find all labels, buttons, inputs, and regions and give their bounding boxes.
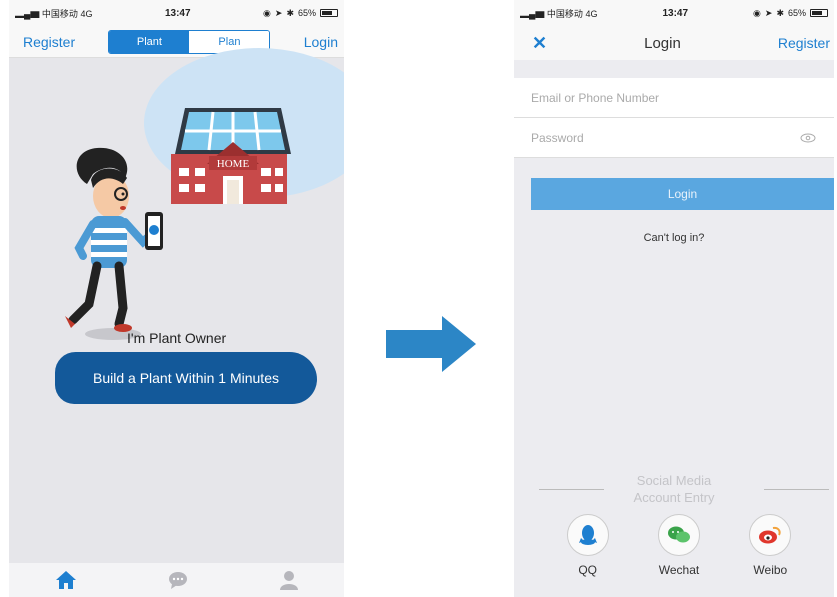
battery-percent: 65% bbox=[787, 8, 806, 18]
register-link[interactable]: Register bbox=[778, 35, 830, 51]
battery-percent: 65% bbox=[297, 8, 316, 18]
page-title: Login bbox=[644, 34, 681, 52]
login-screen: ▂▄▆ 中国移动 4G 13:47 ◉ ➤ ✱ 65% ✕ Login Regi… bbox=[514, 0, 834, 597]
carrier-info: ▂▄▆ 中国移动 4G bbox=[15, 7, 92, 20]
hero-area: HOME I'm Plant Owner Build a Plant Withi… bbox=[9, 48, 344, 563]
social-login-row: QQ Wechat Weibo bbox=[514, 514, 834, 577]
signal-icon: ▂▄▆ bbox=[15, 8, 40, 19]
bluetooth-icon: ✱ bbox=[286, 7, 294, 18]
carrier-info: ▂▄▆ 中国移动 4G bbox=[520, 7, 597, 20]
weibo-label: Weibo bbox=[753, 563, 788, 577]
network-label: 4G bbox=[80, 8, 93, 19]
alarm-icon: ◉ bbox=[263, 7, 271, 18]
character-illustration bbox=[65, 147, 163, 340]
register-link[interactable]: Register bbox=[23, 34, 75, 50]
location-icon: ➤ bbox=[274, 7, 283, 18]
network-label: 4G bbox=[585, 8, 598, 19]
status-bar: ▂▄▆ 中国移动 4G 13:47 ◉ ➤ ✱ 65% bbox=[514, 0, 834, 26]
user-icon[interactable] bbox=[279, 570, 299, 590]
signal-icon: ▂▄▆ bbox=[520, 8, 545, 19]
wechat-label: Wechat bbox=[658, 563, 700, 577]
eye-icon[interactable] bbox=[800, 133, 816, 143]
password-placeholder: Password bbox=[531, 130, 584, 145]
status-icons: ◉ ➤ ✱ 65% bbox=[753, 8, 828, 19]
plant-screen: ▂▄▆ 中国移动 4G 13:47 ◉ ➤ ✱ 65% Register Pla… bbox=[9, 0, 344, 597]
next-arrow-icon bbox=[386, 316, 476, 372]
chat-icon[interactable] bbox=[168, 571, 188, 589]
qq-icon bbox=[566, 514, 609, 556]
social-title-line1: Social Media bbox=[636, 473, 712, 488]
close-icon[interactable]: ✕ bbox=[532, 33, 547, 54]
bluetooth-icon: ✱ bbox=[776, 7, 784, 18]
email-placeholder: Email or Phone Number bbox=[531, 90, 660, 105]
owner-label: I'm Plant Owner bbox=[127, 330, 227, 346]
location-icon: ➤ bbox=[764, 7, 773, 18]
alarm-icon: ◉ bbox=[753, 7, 761, 18]
battery-icon bbox=[320, 9, 338, 17]
clock: 13:47 bbox=[662, 7, 689, 19]
home-icon[interactable] bbox=[55, 570, 77, 590]
login-link[interactable]: Login bbox=[304, 34, 338, 50]
password-field[interactable]: Password bbox=[514, 118, 834, 158]
house-illustration: HOME bbox=[171, 108, 291, 204]
wechat-login-button[interactable]: Wechat bbox=[657, 514, 700, 577]
bottom-tabbar bbox=[9, 563, 344, 597]
login-nav: ✕ Login Register bbox=[514, 26, 834, 60]
login-button[interactable]: Login bbox=[531, 178, 834, 210]
email-field[interactable]: Email or Phone Number bbox=[514, 78, 834, 118]
status-bar: ▂▄▆ 中国移动 4G 13:47 ◉ ➤ ✱ 65% bbox=[9, 0, 344, 26]
qq-login-button[interactable]: QQ bbox=[566, 514, 609, 577]
clock: 13:47 bbox=[164, 7, 191, 19]
social-title: Social Media Account Entry bbox=[514, 472, 834, 506]
carrier-label: 中国移动 bbox=[546, 8, 583, 19]
cant-login-link[interactable]: Can't log in? bbox=[514, 232, 834, 244]
weibo-icon bbox=[749, 514, 792, 556]
qq-label: QQ bbox=[578, 563, 597, 577]
carrier-label: 中国移动 bbox=[41, 8, 78, 19]
build-plant-button[interactable]: Build a Plant Within 1 Minutes bbox=[55, 352, 317, 404]
tab-plant[interactable]: Plant bbox=[109, 30, 190, 53]
status-icons: ◉ ➤ ✱ 65% bbox=[263, 8, 338, 19]
social-title-line2: Account Entry bbox=[633, 490, 715, 505]
house-sign: HOME bbox=[217, 158, 250, 170]
battery-icon bbox=[810, 9, 828, 17]
wechat-icon bbox=[657, 514, 700, 556]
weibo-login-button[interactable]: Weibo bbox=[749, 514, 792, 577]
